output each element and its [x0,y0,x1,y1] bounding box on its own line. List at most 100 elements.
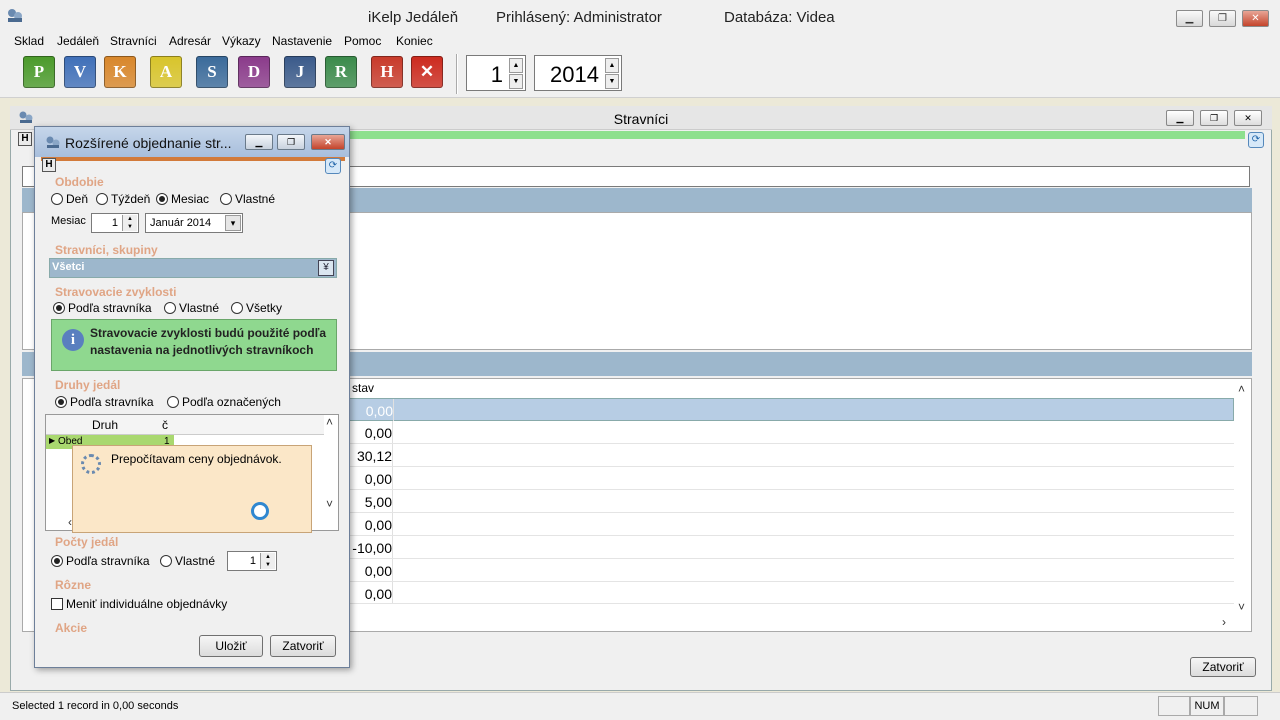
menu-adresar[interactable]: Adresár [169,34,211,48]
radio-zvyklosti-vlastne[interactable]: Vlastné [164,301,219,315]
spin-up-icon[interactable]: ▲ [509,58,523,73]
maximize-button[interactable]: ❐ [1209,10,1236,27]
radio-zvyklosti-vsetky[interactable]: Všetky [231,301,282,315]
dialog-close-button[interactable]: ✕ [311,134,345,150]
stravnici-selector[interactable]: Všetci ¥ [49,258,337,278]
grid-column-druh[interactable]: Druh [92,418,118,432]
menu-jedalen[interactable]: Jedáleň [57,34,99,48]
toolbar: P V K A S D J R H ✕ 1 ▲ ▼ 2014 ▲ ▼ [0,50,1280,98]
year-spinner-value: 2014 [550,62,599,87]
mdi-minimize-button[interactable]: ▁ [1166,110,1194,126]
menu-pomoc[interactable]: Pomoc [344,34,381,48]
refresh-icon[interactable]: ⟳ [1248,132,1264,148]
scroll-up-icon[interactable]: ˄ [326,415,333,429]
chevron-down-icon[interactable]: ▾ [225,215,241,231]
radio-label: Podľa stravníka [66,554,150,568]
toolbar-button-close[interactable]: ✕ [411,56,443,88]
radio-mesiac[interactable]: Mesiac [156,192,209,206]
minimize-button[interactable]: ▁ [1176,10,1203,27]
busy-cursor-icon [251,502,269,520]
dialog-minimize-button[interactable]: ▁ [245,134,273,150]
menu-stravnici[interactable]: Stravníci [110,34,157,48]
radio-tyzden[interactable]: Týždeň [96,192,150,206]
table-row[interactable]: 0,00 [340,513,1234,536]
table-row[interactable]: -10,00 [340,536,1234,559]
radio-label: Všetky [246,301,283,315]
checkbox-individual-orders[interactable]: Meniť individuálne objednávky [51,597,227,611]
spin-arrows-icon[interactable]: ▲ ▼ [260,553,275,569]
scroll-up-icon[interactable]: ˄ [1238,382,1245,396]
scroll-down-icon[interactable]: ˅ [1238,600,1245,614]
mdi-close-button[interactable]: ✕ [1234,110,1262,126]
table-row[interactable]: 0,00 [340,467,1234,490]
year-spinner[interactable]: 2014 ▲ ▼ [534,55,622,91]
toolbar-button-k[interactable]: K [104,56,136,88]
mdi-restore-button[interactable]: ❐ [1200,110,1228,126]
grid-column-stav[interactable]: stav [352,381,374,395]
table-row[interactable]: 0,00 [340,398,1234,421]
pocty-number-input[interactable]: 1 ▲ ▼ [227,551,277,571]
database-name: Databáza: Videa [724,9,835,26]
app-icon[interactable] [6,7,24,23]
table-row[interactable]: 0,00 [340,559,1234,582]
spin-arrows-icon[interactable]: ▲ ▼ [122,215,137,231]
menu-nastavenie[interactable]: Nastavenie [272,34,332,48]
spin-down-icon[interactable]: ▼ [605,74,619,89]
radio-druhy-stravnik[interactable]: Podľa stravníka [55,395,154,409]
h-badge: H [18,132,32,146]
spin-up-icon[interactable]: ▲ [605,58,619,73]
month-spinner[interactable]: 1 ▲ ▼ [466,55,526,91]
toolbar-button-s[interactable]: S [196,56,228,88]
radio-druhy-oznacene[interactable]: Podľa označených [167,395,281,409]
num-lock-indicator: NUM [1190,696,1224,716]
radio-label: Deň [66,192,89,206]
stravnici-window-title: Stravníci [613,111,669,127]
scroll-right-icon[interactable]: › [1222,615,1226,629]
dialog-refresh-icon[interactable]: ⟳ [325,158,341,174]
menu-sklad[interactable]: Sklad [14,34,44,48]
table-row[interactable]: 5,00 [340,490,1234,513]
spin-down-icon[interactable]: ▼ [509,74,523,89]
extended-order-dialog: Rozšírené objednanie str... ▁ ❐ ✕ H ⟳ Ob… [34,126,350,668]
radio-pocty-stravnik[interactable]: Podľa stravníka [51,554,150,568]
grid-column-c[interactable]: č [162,418,168,432]
info-box: i Stravovacie zvyklosti budú použité pod… [51,319,337,371]
radio-label: Podľa stravníka [68,301,152,315]
table-row[interactable]: 30,12 [340,444,1234,467]
radio-label: Vlastné [179,301,220,315]
toolbar-button-j[interactable]: J [284,56,316,88]
table-row[interactable]: 0,00 [340,582,1234,604]
month-select[interactable]: Január 2014 ▾ [145,213,243,233]
close-window-button[interactable]: ✕ [1242,10,1269,27]
toolbar-button-d[interactable]: D [238,56,270,88]
scroll-down-icon[interactable]: ˅ [326,497,333,511]
radio-vlastne[interactable]: Vlastné [220,192,275,206]
radio-icon [164,302,176,314]
toolbar-button-v[interactable]: V [64,56,96,88]
status-text: Selected 1 record in 0,00 seconds [12,700,179,712]
status-panel [1224,696,1258,716]
close-button[interactable]: Zatvoriť [1190,657,1256,677]
dialog-maximize-button[interactable]: ❐ [277,134,305,150]
dialog-cancel-button[interactable]: Zatvoriť [270,635,336,657]
radio-pocty-vlastne[interactable]: Vlastné [160,554,215,568]
toolbar-button-a[interactable]: A [150,56,182,88]
checkbox-icon [51,598,63,610]
radio-icon [51,193,63,205]
section-rozne: Rôzne [55,578,91,592]
radio-zvyklosti-stravnik[interactable]: Podľa stravníka [53,301,152,315]
month-select-value: Január 2014 [150,217,212,229]
month-number-input[interactable]: 1 ▲ ▼ [91,213,139,233]
toolbar-button-h[interactable]: H [371,56,403,88]
table-row[interactable]: 0,00 [340,421,1234,444]
save-button[interactable]: Uložiť [199,635,263,657]
dropdown-icon[interactable]: ¥ [318,260,334,276]
info-icon: i [62,329,84,351]
busy-message: Prepočítavam ceny objednávok. [111,452,282,466]
menu-koniec[interactable]: Koniec [396,34,433,48]
radio-selected-icon [53,302,65,314]
toolbar-button-r[interactable]: R [325,56,357,88]
toolbar-button-p[interactable]: P [23,56,55,88]
menu-vykazy[interactable]: Výkazy [222,34,261,48]
radio-den[interactable]: Deň [51,192,88,206]
